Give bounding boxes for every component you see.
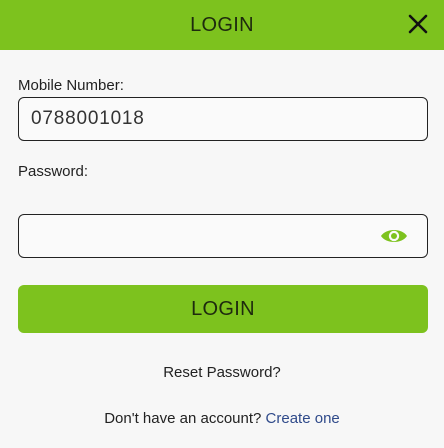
signup-prompt-row: Don't have an account? Create one xyxy=(0,410,444,427)
mobile-number-box xyxy=(18,97,428,141)
toggle-password-visibility-button[interactable] xyxy=(379,225,409,247)
password-input[interactable] xyxy=(19,215,427,257)
page-title: LOGIN xyxy=(190,13,254,36)
close-button[interactable] xyxy=(404,10,432,38)
mobile-number-label: Mobile Number: xyxy=(18,77,124,94)
create-account-link[interactable]: Create one xyxy=(266,410,340,427)
login-button[interactable]: LOGIN xyxy=(18,285,428,333)
password-box xyxy=(18,214,428,258)
mobile-number-input[interactable] xyxy=(19,98,427,140)
header-bar: LOGIN xyxy=(0,0,444,50)
password-label: Password: xyxy=(18,163,89,180)
close-icon xyxy=(408,14,428,34)
reset-password-link[interactable]: Reset Password? xyxy=(0,364,444,381)
signup-prompt-text: Don't have an account? xyxy=(104,410,262,427)
eye-icon xyxy=(381,230,407,242)
